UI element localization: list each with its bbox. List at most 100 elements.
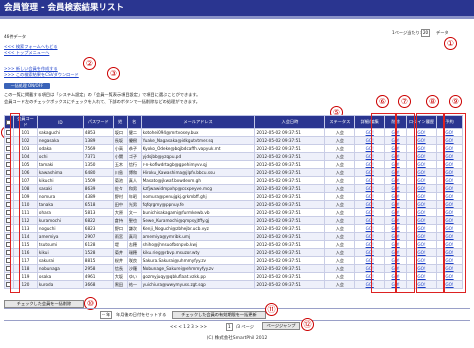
divider bbox=[4, 320, 470, 321]
member-id: tsutsumi bbox=[36, 240, 84, 249]
page-total: /3 ページ bbox=[236, 324, 254, 329]
per-page-label: 1ページ当たり: bbox=[392, 30, 422, 35]
password: 4961 bbox=[82, 272, 114, 281]
email: Sewe_Kuramochi@qmpsyjtffy.gj bbox=[140, 216, 256, 225]
password: 1528 bbox=[82, 248, 114, 257]
status: 入会 bbox=[324, 248, 356, 257]
first-name: 優樹 bbox=[126, 136, 142, 145]
member-id: kawashima bbox=[36, 168, 84, 177]
first-name: 光男 bbox=[126, 200, 142, 209]
column-header: メールアドレス bbox=[140, 115, 256, 129]
last-name: 桜井 bbox=[112, 256, 128, 265]
status: 入会 bbox=[324, 224, 356, 233]
status: 入会 bbox=[324, 152, 356, 161]
status: 入会 bbox=[324, 272, 356, 281]
callout-3: ③ bbox=[107, 67, 120, 80]
note-line-1: この一覧に掲載する項目は「システム設定」の「会員一覧表示項目設定」で項目に選ぶこ… bbox=[4, 92, 201, 97]
back-to-top-link[interactable]: <<< トップメニューへ bbox=[4, 50, 49, 56]
callout-1: ① bbox=[444, 37, 457, 50]
first-name: 文一 bbox=[126, 208, 142, 217]
email: Kyoko_Odeke@bqjbdcaffh.vapyuk.mt bbox=[140, 144, 256, 153]
email: Masato@jkwaf.bxwdexm.gh bbox=[140, 176, 256, 185]
first-name: 咲良 bbox=[126, 256, 142, 265]
callout-9: ⑨ bbox=[449, 95, 462, 108]
email: kzfjwawidmpxhp@csxpeyve.mcg bbox=[140, 184, 256, 193]
email: Yuake_Nagasaka@idkgutvtmer.sq bbox=[140, 136, 256, 145]
join-date: 2012-05-02 09:37:51 bbox=[254, 168, 326, 177]
first-name: 真司 bbox=[126, 232, 142, 241]
join-date: 2012-05-02 09:37:51 bbox=[254, 184, 326, 193]
page-jump-button[interactable]: ページジャンプ bbox=[262, 322, 300, 330]
first-name: 瑞穂 bbox=[126, 248, 142, 257]
status: 入会 bbox=[324, 256, 356, 265]
column-header: 名 bbox=[126, 115, 142, 129]
header-divider bbox=[0, 16, 474, 19]
csv-download-link[interactable]: >>> この検索結果をCSVダウンロード bbox=[4, 72, 79, 78]
status: 入会 bbox=[324, 160, 356, 169]
member-id: tamaki bbox=[36, 160, 84, 169]
result-count: 46件データ bbox=[4, 34, 27, 39]
password: 1509 bbox=[82, 176, 114, 185]
first-name: ゆい bbox=[126, 272, 142, 281]
last-name: 菊井 bbox=[112, 248, 128, 257]
status: 入会 bbox=[324, 208, 356, 217]
email: r-n-koflwdrtagb@gpehimyvv.qj bbox=[140, 160, 256, 169]
join-date: 2012-05-02 09:37:51 bbox=[254, 136, 326, 145]
join-date: 2012-05-02 09:37:51 bbox=[254, 280, 326, 289]
member-id: sasaki bbox=[36, 184, 84, 193]
status: 入会 bbox=[324, 232, 356, 241]
highlight-checkbox-column bbox=[10, 113, 20, 293]
password: 2958 bbox=[82, 264, 114, 273]
email: gozmyjuqy@qbluflaat.vzkk.pp bbox=[140, 272, 256, 281]
email: kotohei094@mrtvosey.bux bbox=[140, 128, 256, 137]
first-name: 謙次 bbox=[126, 224, 142, 233]
callout-8: ⑧ bbox=[426, 95, 439, 108]
email: yjdsjbb@yzqpu.pd bbox=[140, 152, 256, 161]
pagination[interactable]: << < 1 2 3 > >> bbox=[170, 324, 207, 329]
last-name: 黒田 bbox=[112, 280, 128, 289]
member-id: kuroda bbox=[36, 280, 84, 289]
per-page-unit: データ bbox=[436, 30, 449, 35]
bulk-toggle-button[interactable]: 一括処理 ON/OFF bbox=[4, 83, 50, 89]
password: 3668 bbox=[82, 280, 114, 289]
callout-6: ⑥ bbox=[376, 95, 389, 108]
last-name: 大原 bbox=[112, 208, 128, 217]
password: 1350 bbox=[82, 160, 114, 169]
email: amemiya@ymribk.umj bbox=[140, 232, 256, 241]
status: 入会 bbox=[324, 264, 356, 273]
last-name: 倉持 bbox=[112, 216, 128, 225]
last-name: 佐々 bbox=[112, 184, 128, 193]
password: 8815 bbox=[82, 256, 114, 265]
per-page-select[interactable]: 20 bbox=[421, 29, 431, 37]
first-name: 健二 bbox=[126, 128, 142, 137]
status: 入会 bbox=[324, 280, 356, 289]
last-name: 野村 bbox=[112, 192, 128, 201]
password: 5813 bbox=[82, 208, 114, 217]
email: Hiroku_Kawashima@jlpfv.bbcu.ssu bbox=[140, 168, 256, 177]
password: 6128 bbox=[82, 240, 114, 249]
last-name: 信長 bbox=[112, 264, 128, 273]
first-name: 真人 bbox=[126, 176, 142, 185]
bulk-update-button[interactable]: チェックした会員の有効期限を一括更新 bbox=[172, 311, 266, 319]
date-label: 年月後の日付をセットする bbox=[116, 312, 167, 317]
first-name: 信行 bbox=[126, 160, 142, 169]
email: bunichisakagami@furmkewb.vb bbox=[140, 208, 256, 217]
status: 入会 bbox=[324, 200, 356, 209]
password: 1389 bbox=[82, 136, 114, 145]
callout-7: ⑦ bbox=[398, 95, 411, 108]
password: 2907 bbox=[82, 232, 114, 241]
divider bbox=[4, 308, 470, 309]
status: 入会 bbox=[324, 136, 356, 145]
member-id: sakaguchi bbox=[36, 128, 84, 137]
email: fqfqrgmy@ppnuy.fe bbox=[140, 200, 256, 209]
status: 入会 bbox=[324, 240, 356, 249]
date-select[interactable]: -- 年 bbox=[100, 311, 113, 319]
note-line-2: 会員コード左のチェックボックスにチェックを入れて、下部のボタンで一括削除などの処… bbox=[4, 99, 200, 104]
join-date: 2012-05-02 09:37:51 bbox=[254, 240, 326, 249]
join-date: 2012-05-02 09:37:51 bbox=[254, 176, 326, 185]
page-select[interactable]: 1 bbox=[226, 323, 233, 331]
email: Sakura.Sakurai@uhmmyfyy.zv bbox=[140, 256, 256, 265]
bulk-delete-button[interactable]: チェックした会員を一括削除 bbox=[4, 300, 84, 308]
column-header: パスワード bbox=[82, 115, 114, 129]
email: shiho@jhnsuofbsnpvb.kwj bbox=[140, 240, 256, 249]
